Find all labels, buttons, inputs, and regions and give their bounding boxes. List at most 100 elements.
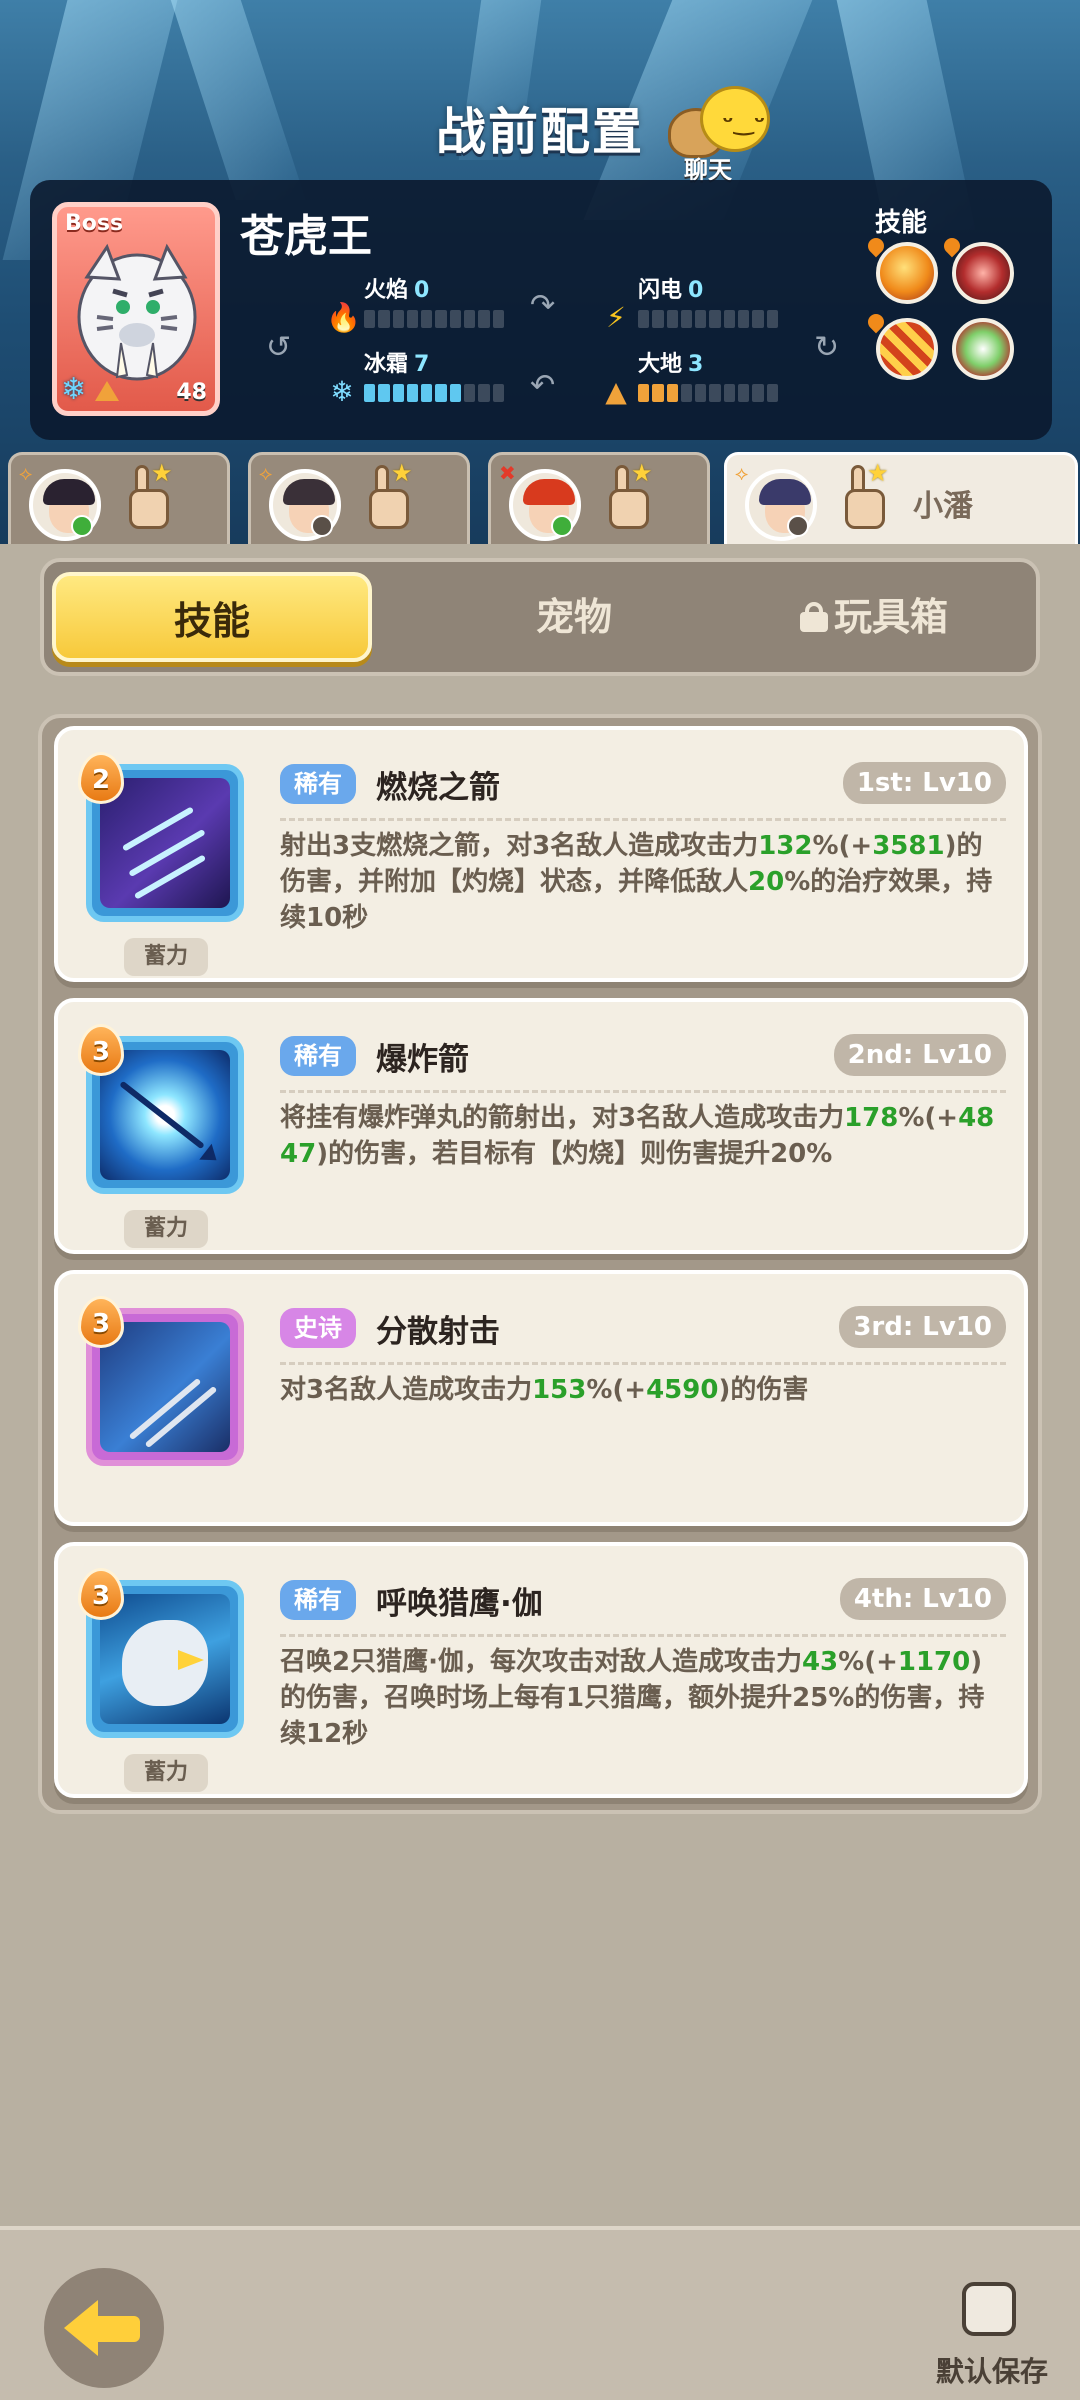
bar-segment: [666, 384, 678, 402]
bar-segment: [478, 310, 490, 328]
skill-slot-level: 1st: Lv10: [842, 762, 1006, 804]
bar-segment: [752, 384, 764, 402]
snowflake-icon: ❄: [330, 375, 354, 408]
description-text: %(+: [838, 1647, 898, 1677]
boss-skill-claw-icon[interactable]: [876, 318, 938, 380]
bar-segment: [695, 310, 707, 328]
hero-tab-2[interactable]: ⟡ ★: [248, 452, 470, 544]
rarity-badge: 稀有: [280, 1580, 356, 1620]
element-earth-value: 3: [688, 352, 704, 377]
config-content: 技能 宠物 玩具箱 2 蓄力 稀有 燃烧之箭 1st: Lv10 射出3支燃烧之…: [0, 544, 1080, 2226]
element-lightning-value: 0: [688, 278, 704, 303]
bar-segment: [449, 310, 462, 328]
bar-segment: [680, 310, 693, 328]
charge-tag: 蓄力: [124, 938, 208, 976]
tap-hand-icon: ★: [363, 459, 415, 535]
swap-arrow-icon: ↶: [530, 368, 556, 403]
description-text: 召唤2只猎鹰·伽，每次攻击对敌人造成攻击力: [280, 1647, 802, 1677]
stat-highlight: 3581: [872, 831, 945, 861]
tap-hand-icon: ★: [123, 459, 175, 535]
element-ice-value: 7: [414, 352, 430, 377]
bar-segment: [752, 310, 764, 328]
charge-tag: 蓄力: [124, 1210, 208, 1248]
tab-pets[interactable]: 宠物: [444, 572, 704, 662]
bar-segment: [435, 384, 447, 402]
swap-arrow-icon: ↺: [266, 330, 292, 365]
bar-segment: [766, 310, 778, 328]
stat-highlight: 43: [801, 1647, 839, 1677]
bar-segment: [723, 310, 736, 328]
earth-icon: [95, 381, 119, 401]
bar-segment: [364, 310, 376, 328]
scatter-shot-icon: [100, 1322, 230, 1452]
skill-description: 对3名敌人造成攻击力153%(+4590)的伤害: [280, 1372, 1006, 1408]
bar-segment: [738, 384, 750, 402]
bar-segment: [421, 384, 433, 402]
energy-cost-badge: 2: [78, 752, 124, 804]
description-text: 对3名敌人造成攻击力: [280, 1375, 533, 1405]
bar-segment: [695, 384, 707, 402]
description-text: )的伤害: [718, 1375, 809, 1405]
charge-tag: 蓄力: [124, 1754, 208, 1792]
bar-segment: [638, 384, 650, 402]
explosive-arrow-icon: [100, 1050, 230, 1180]
rarity-badge: 稀有: [280, 1036, 356, 1076]
bar-segment: [680, 384, 693, 402]
skill-description: 将挂有爆炸弹丸的箭射出，对3名敌人造成攻击力178%(+4847)的伤害，若目标…: [280, 1100, 1006, 1172]
element-ice-label: 冰霜: [364, 352, 409, 377]
lightning-icon: ⚡: [606, 301, 626, 334]
hero-tab-4[interactable]: ⟡ ★ 小潘: [724, 452, 1078, 544]
earth-icon: ▲: [605, 375, 627, 408]
bar-segment: [364, 384, 376, 402]
skill-slot-level: 2nd: Lv10: [833, 1034, 1006, 1076]
bar-segment: [652, 384, 664, 402]
skill-card[interactable]: 3 蓄力 稀有 呼唤猎鹰·伽 4th: Lv10 召唤2只猎鹰·伽，每次攻击对敌…: [54, 1542, 1028, 1798]
bar-segment: [492, 310, 504, 328]
description-text: )的伤害，若目标有【灼烧】则伤害提升20%: [316, 1139, 833, 1169]
boss-skill-roar-icon[interactable]: [952, 242, 1014, 304]
description-text: 射出3支燃烧之箭，对3名敌人造成攻击力: [280, 831, 759, 861]
energy-cost-badge: 3: [78, 1024, 124, 1076]
element-lightning-label: 闪电: [638, 278, 683, 303]
back-button[interactable]: [44, 2268, 164, 2388]
hero-name: 小潘: [913, 489, 973, 524]
bar-segment: [435, 310, 447, 328]
boss-skill-fire-slash-icon[interactable]: [876, 242, 938, 304]
falcon-icon: [100, 1594, 230, 1724]
bar-segment: [666, 310, 678, 328]
element-lightning-bar: [638, 310, 778, 328]
hero-tab-3[interactable]: ✖ ★: [488, 452, 710, 544]
swap-arrow-icon: ↷: [530, 288, 556, 323]
hero-status-badge: [551, 515, 573, 537]
bar-segment: [709, 384, 721, 402]
bar-segment: [464, 310, 476, 328]
bar-segment: [378, 310, 390, 328]
element-fire-label: 火焰: [364, 278, 409, 303]
element-earth-bar: [638, 384, 778, 402]
tab-toybox[interactable]: 玩具箱: [724, 572, 1024, 662]
element-earth-label: 大地: [638, 352, 683, 377]
boss-level: 48: [176, 380, 207, 405]
back-arrow-icon: [64, 2300, 98, 2356]
bar-segment: [378, 384, 390, 402]
fire-icon: 🔥: [326, 301, 361, 334]
skill-slot-level: 4th: Lv10: [839, 1578, 1006, 1620]
tab-skills[interactable]: 技能: [52, 572, 372, 662]
snowflake-icon: ❄: [61, 372, 87, 407]
bar-segment: [492, 384, 504, 402]
skill-card[interactable]: 3 史诗 分散射击 3rd: Lv10 对3名敌人造成攻击力153%(+4590…: [54, 1270, 1028, 1526]
bar-segment: [638, 310, 650, 328]
bar-segment: [652, 310, 664, 328]
bar-segment: [392, 384, 404, 402]
default-save-label: 默认保存: [936, 2355, 1049, 2388]
bar-segment: [723, 384, 736, 402]
skill-card[interactable]: 3 蓄力 稀有 爆炸箭 2nd: Lv10 将挂有爆炸弹丸的箭射出，对3名敌人造…: [54, 998, 1028, 1254]
skill-card[interactable]: 2 蓄力 稀有 燃烧之箭 1st: Lv10 射出3支燃烧之箭，对3名敌人造成攻…: [54, 726, 1028, 982]
boss-skill-frost-bite-icon[interactable]: [952, 318, 1014, 380]
boss-portrait[interactable]: Boss ❄ 48: [52, 202, 220, 416]
default-save-checkbox[interactable]: [962, 2282, 1016, 2336]
hero-tab-1[interactable]: ⟡ ★: [8, 452, 230, 544]
stat-highlight: 178: [844, 1103, 899, 1133]
chat-button[interactable]: ᵕ‿ᵕ 聊天: [664, 82, 784, 184]
stat-highlight: 20: [748, 867, 785, 897]
